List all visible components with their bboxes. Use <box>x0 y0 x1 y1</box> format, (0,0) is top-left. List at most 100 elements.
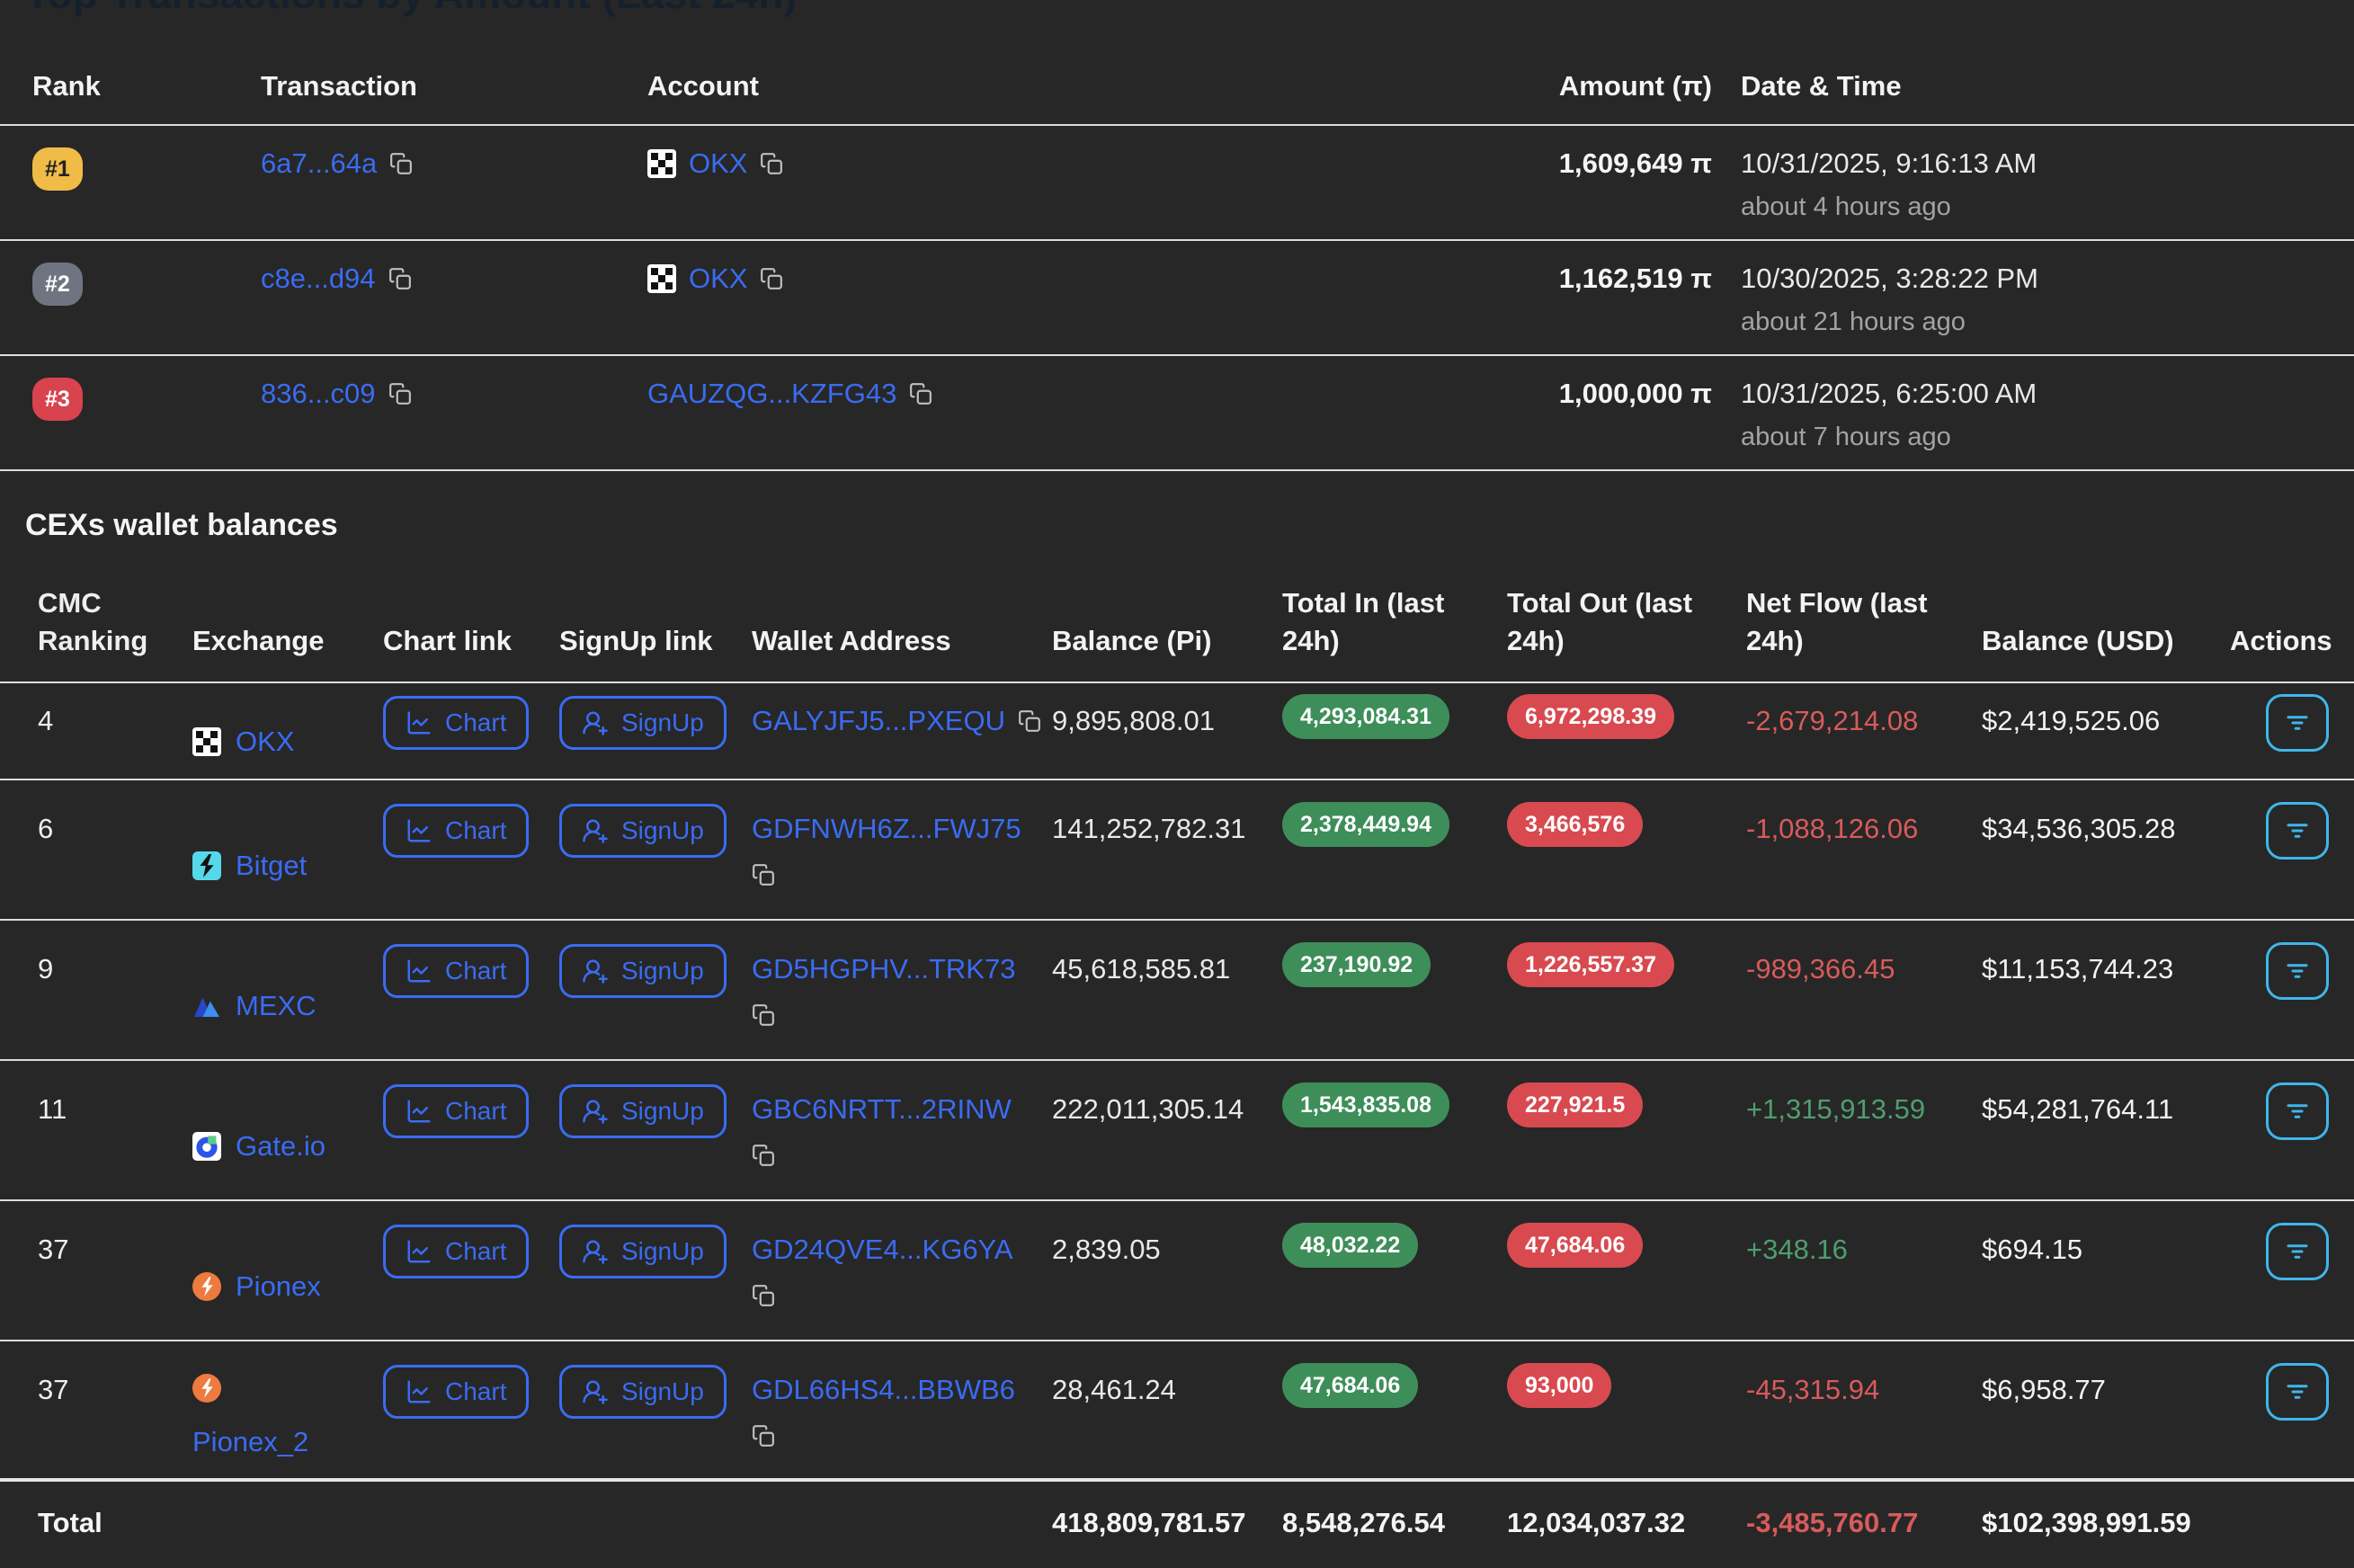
total-out-badge: 3,466,576 <box>1507 802 1643 847</box>
line-chart-icon <box>406 1378 432 1405</box>
net-flow-value: -1,088,126.06 <box>1746 780 1982 919</box>
user-plus-icon <box>582 958 609 984</box>
chart-button[interactable]: Chart <box>383 1225 529 1278</box>
col-balance-usd: Balance (USD) <box>1982 622 2230 660</box>
col-signup-link: SignUp link <box>559 622 752 660</box>
signup-button[interactable]: SignUp <box>559 944 727 998</box>
transaction-link[interactable]: 836...c09 <box>261 378 376 410</box>
row-actions-button[interactable] <box>2266 1082 2329 1140</box>
col-rank: Rank <box>0 70 261 102</box>
balance-pi-value: 45,618,585.81 <box>1052 921 1282 1059</box>
filter-icon <box>2284 709 2311 736</box>
transaction-link[interactable]: c8e...d94 <box>261 263 376 295</box>
net-flow-value: -45,315.94 <box>1746 1341 1982 1478</box>
rank-badge: #3 <box>32 378 83 421</box>
cex-section-title: CEXs wallet balances <box>25 507 2354 543</box>
exchange-link[interactable]: Bitget <box>236 850 307 882</box>
datetime-value: 10/30/2025, 3:28:22 PM <box>1741 263 2354 295</box>
copy-icon[interactable] <box>760 267 783 290</box>
copy-icon[interactable] <box>752 863 775 886</box>
copy-icon[interactable] <box>752 1003 775 1027</box>
filter-icon <box>2284 958 2311 984</box>
balance-usd-value: $2,419,525.06 <box>1982 683 2230 779</box>
okx-logo-icon <box>647 264 676 293</box>
user-plus-icon <box>582 1238 609 1265</box>
row-actions-button[interactable] <box>2266 1363 2329 1421</box>
line-chart-icon <box>406 817 432 844</box>
col-amount: Amount (π) <box>1367 70 1712 102</box>
exchange-link[interactable]: MEXC <box>236 990 317 1022</box>
row-actions-button[interactable] <box>2266 802 2329 860</box>
total-in-badge: 1,543,835.08 <box>1282 1082 1449 1127</box>
cmc-rank: 37 <box>0 1341 192 1478</box>
chart-button[interactable]: Chart <box>383 1084 529 1138</box>
total-out-badge: 93,000 <box>1507 1363 1611 1408</box>
cmc-rank: 11 <box>0 1061 192 1199</box>
okx-logo-icon <box>192 727 221 756</box>
copy-icon[interactable] <box>389 152 413 175</box>
col-wallet-address: Wallet Address <box>752 622 1052 660</box>
copy-icon[interactable] <box>760 152 783 175</box>
balance-usd-value: $694.15 <box>1982 1201 2230 1340</box>
account-link[interactable]: OKX <box>689 147 747 180</box>
col-datetime: Date & Time <box>1712 70 2354 102</box>
wallet-link[interactable]: GD24QVE4...KG6YA <box>752 1234 1013 1265</box>
account-link[interactable]: OKX <box>689 263 747 295</box>
exchange-link[interactable]: Pionex <box>236 1270 321 1303</box>
rank-badge: #1 <box>32 147 83 191</box>
user-plus-icon <box>582 709 609 736</box>
copy-icon[interactable] <box>388 267 412 290</box>
signup-button[interactable]: SignUp <box>559 804 727 858</box>
signup-button[interactable]: SignUp <box>559 696 727 750</box>
col-actions: Actions <box>2230 622 2354 660</box>
wallet-link[interactable]: GBC6NRTT...2RINW <box>752 1093 1012 1125</box>
col-total-in: Total In (last 24h) <box>1282 584 1507 660</box>
cex-row: 9 MEXC Chart SignUp GD5HGPHV...TRK73 45,… <box>0 921 2354 1061</box>
cex-row: 37 Pionex Chart SignUp GD24QVE4...KG6YA … <box>0 1201 2354 1341</box>
total-balance-usd: $102,398,991.59 <box>1982 1482 2230 1568</box>
chart-button[interactable]: Chart <box>383 804 529 858</box>
wallet-link[interactable]: GDFNWH6Z...FWJ75 <box>752 813 1021 844</box>
chart-button[interactable]: Chart <box>383 1365 529 1419</box>
copy-icon[interactable] <box>388 382 412 405</box>
row-actions-button[interactable] <box>2266 694 2329 752</box>
net-flow-value: +348.16 <box>1746 1201 1982 1340</box>
time-ago: about 7 hours ago <box>1741 423 2354 452</box>
col-balance-pi: Balance (Pi) <box>1052 622 1282 660</box>
filter-icon <box>2284 1098 2311 1125</box>
account-link[interactable]: GAUZQG...KZFG43 <box>647 378 896 410</box>
copy-icon[interactable] <box>752 1144 775 1167</box>
wallet-link[interactable]: GALYJFJ5...PXEQU <box>752 705 1005 737</box>
time-ago: about 4 hours ago <box>1741 192 2354 222</box>
col-cmc-ranking: CMC Ranking <box>0 584 192 660</box>
exchange-link[interactable]: OKX <box>236 726 294 758</box>
col-chart-link: Chart link <box>383 622 559 660</box>
wallet-link[interactable]: GDL66HS4...BBWB6 <box>752 1374 1015 1405</box>
signup-button[interactable]: SignUp <box>559 1084 727 1138</box>
total-out-badge: 1,226,557.37 <box>1507 942 1674 987</box>
col-exchange: Exchange <box>192 622 383 660</box>
signup-button[interactable]: SignUp <box>559 1365 727 1419</box>
chart-button[interactable]: Chart <box>383 696 529 750</box>
row-actions-button[interactable] <box>2266 1223 2329 1280</box>
chart-button[interactable]: Chart <box>383 944 529 998</box>
filter-icon <box>2284 1238 2311 1265</box>
copy-icon[interactable] <box>752 1424 775 1448</box>
exchange-link[interactable]: Pionex_2 <box>192 1426 308 1458</box>
copy-icon[interactable] <box>1018 709 1041 733</box>
cex-row: 6 Bitget Chart SignUp GDFNWH6Z...FWJ75 1… <box>0 780 2354 921</box>
exchange-link[interactable]: Gate.io <box>236 1130 325 1163</box>
dashboard-page: Top Transactions by Amount (Last 24h) Ra… <box>0 0 2354 1568</box>
copy-icon[interactable] <box>909 382 932 405</box>
wallet-link[interactable]: GD5HGPHV...TRK73 <box>752 953 1015 984</box>
user-plus-icon <box>582 1378 609 1405</box>
row-actions-button[interactable] <box>2266 942 2329 1000</box>
balance-usd-value: $34,536,305.28 <box>1982 780 2230 919</box>
signup-button[interactable]: SignUp <box>559 1225 727 1278</box>
pionex-logo-icon <box>192 1374 221 1403</box>
top-transactions-table: Rank Transaction Account Amount (π) Date… <box>0 47 2354 471</box>
time-ago: about 21 hours ago <box>1741 307 2354 337</box>
transaction-link[interactable]: 6a7...64a <box>261 147 377 180</box>
copy-icon[interactable] <box>752 1284 775 1307</box>
net-flow-value: +1,315,913.59 <box>1746 1061 1982 1199</box>
